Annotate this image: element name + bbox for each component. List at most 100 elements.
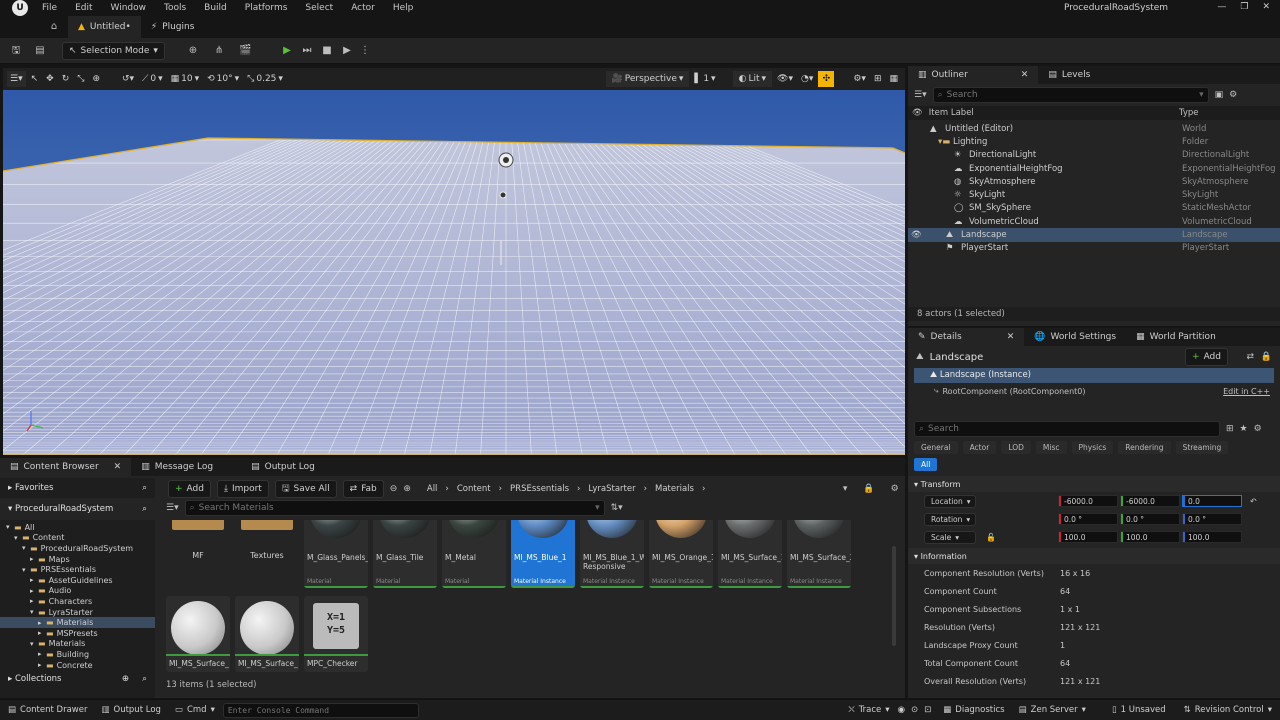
grid-snap-toggle[interactable]: ⟋ 0 ▾ (139, 71, 166, 87)
settings-icon[interactable]: ⚙▾ (850, 71, 869, 87)
folder-tree-item[interactable]: ▸ ▬ Materials (0, 617, 155, 628)
stop-icon[interactable]: ■ (321, 45, 333, 57)
location-y[interactable]: -6000.0 (1120, 495, 1180, 507)
breadcrumb-item[interactable]: PRSEssentials (510, 484, 569, 494)
asset-search-input[interactable] (198, 503, 592, 513)
folder-tree-item[interactable]: ▸ ▬ Characters (0, 596, 155, 607)
rotation-y[interactable]: 0.0 ° (1120, 513, 1180, 525)
folder-tree-item[interactable]: ▾ ▬ All (0, 522, 155, 533)
col-label[interactable]: Item Label (929, 108, 974, 118)
asset-tile[interactable]: M_Glass_Tile Material (373, 520, 437, 588)
folder-tree-item[interactable]: ▾ ▬ Materials (0, 639, 155, 650)
lit-dropdown[interactable]: ◐ Lit ▾ (732, 71, 773, 87)
star-icon[interactable]: ★ (1240, 424, 1248, 434)
actor-name[interactable]: Landscape (930, 352, 984, 363)
tab-output-log[interactable]: ▤ Output Log (241, 458, 325, 476)
asset-tile[interactable]: MI_MS_Blue_1 Material Instance (511, 520, 575, 588)
tab-plugins[interactable]: ⚡ Plugins (141, 16, 205, 38)
folder-tree-item[interactable]: ▸ ▬ Maps (0, 554, 155, 565)
camera-speed[interactable]: ▌ 1 ▾ (691, 71, 718, 87)
transform-header[interactable]: ▾ Transform (908, 476, 1280, 492)
search-icon[interactable]: ⌕ (142, 483, 147, 493)
tab-details[interactable]: ✎ Details ✕ (908, 328, 1025, 346)
category-general[interactable]: General (914, 441, 958, 454)
outliner-row[interactable]: ☀ DirectionalLight DirectionalLight (908, 149, 1280, 162)
breadcrumb-item[interactable]: Content (457, 484, 491, 494)
details-search[interactable]: ⌕ (914, 421, 1220, 437)
details-search-input[interactable] (928, 424, 1215, 434)
add-actor-icon[interactable]: ⊕ (187, 45, 199, 57)
folder-tree-item[interactable]: ▸ ▬ AssetGuidelines (0, 575, 155, 586)
asset-tile[interactable]: M_Glass_Panels_NM Material (304, 520, 368, 588)
collections-header[interactable]: ▸ Collections ⊕ ⌕ (0, 668, 155, 690)
folder-tree-item[interactable]: ▸ ▬ Audio (0, 586, 155, 597)
instance-row[interactable]: ⛰ Landscape (Instance) (914, 368, 1274, 383)
forward-icon[interactable]: ⊕ (403, 484, 411, 494)
viewport-scene[interactable] (3, 90, 905, 455)
filter-icon[interactable]: ☰▾ (914, 90, 927, 100)
close-icon[interactable]: ✕ (114, 462, 122, 472)
asset-tile[interactable]: MI_MS_Surface_ (235, 596, 299, 672)
asset-tile[interactable]: X=1 Y=5 MPC_Checker (304, 596, 368, 672)
root-component-row[interactable]: ⤷ RootComponent (RootComponent0) Edit in… (914, 383, 1274, 399)
asset-search[interactable]: ⌕ ▾ (184, 500, 605, 516)
menu-item-file[interactable]: File (42, 3, 57, 13)
level-viewport[interactable]: ☰▾ ↖ ✥ ↻ ⤡ ⊕ ↺▾ ⟋ 0 ▾ ▦ 10 ▾ ⟲ 10° ▾ ⤡ 0.25… (3, 68, 905, 455)
visibility-icon[interactable]: 👁 (911, 230, 922, 240)
tab-content-browser[interactable]: ▤ Content Browser ✕ (0, 458, 132, 476)
menu-item-edit[interactable]: Edit (75, 3, 92, 13)
asset-tile[interactable]: MI_MS_Blue_1_Weather Responsive Material … (580, 520, 644, 588)
record-icon[interactable]: ◉ (898, 705, 905, 715)
console-input[interactable] (222, 702, 419, 718)
menu-item-help[interactable]: Help (393, 3, 414, 13)
save-all-button[interactable]: 🖫 Save All (274, 480, 337, 498)
rotation-dropdown[interactable]: Rotation ▾ (924, 512, 976, 526)
camera-icon[interactable]: ⊡ (924, 705, 931, 715)
scale-dropdown[interactable]: Scale ▾ (924, 530, 976, 544)
outliner-row[interactable]: ◍ SkyAtmosphere SkyAtmosphere (908, 175, 1280, 188)
minimize-icon[interactable]: — (1217, 2, 1226, 12)
tab-world-partition[interactable]: ▦ World Partition (1126, 328, 1226, 346)
scale-y[interactable]: 100.0 (1120, 531, 1180, 543)
folder-tree-item[interactable]: ▾ ▬ PRSEssentials (0, 564, 155, 575)
project-header[interactable]: ▾ ProceduralRoadSystem ⌕ (0, 498, 155, 520)
blueprint-icon[interactable]: ⋔ (213, 45, 225, 57)
add-collection-icon[interactable]: ⊕ (122, 674, 129, 684)
outliner-search-input[interactable] (946, 90, 1196, 100)
filter-icon[interactable]: ☰▾ (166, 503, 179, 513)
edit-cpp-link[interactable]: Edit in C++ (1223, 387, 1270, 396)
add-button[interactable]: + Add (168, 480, 211, 498)
menu-item-tools[interactable]: Tools (164, 3, 186, 13)
location-x[interactable]: -6000.0 (1058, 495, 1118, 507)
snapshot-icon[interactable]: ⊙ (911, 705, 918, 715)
outliner-row[interactable]: ◯ SM_SkySphere StaticMeshActor (908, 202, 1280, 215)
category-misc[interactable]: Misc (1035, 441, 1067, 454)
rotation-x[interactable]: 0.0 ° (1058, 513, 1118, 525)
launch-icon[interactable]: ▶ (341, 45, 353, 57)
menu-item-actor[interactable]: Actor (351, 3, 375, 13)
category-all[interactable]: All (914, 457, 938, 471)
diagnostics-button[interactable]: ▦ Diagnostics (943, 705, 1004, 715)
outliner-search[interactable]: ⌕ ▾ (932, 87, 1209, 103)
category-lod[interactable]: LOD (1001, 441, 1031, 454)
rotation-snap[interactable]: ⟲ 10° ▾ (204, 71, 242, 87)
unreal-logo-icon[interactable]: U (12, 0, 28, 16)
mode-dropdown[interactable]: ↖ Selection Mode ▾ (62, 41, 165, 60)
folder-tree-item[interactable]: ▾ ▬ ProceduralRoadSystem (0, 543, 155, 554)
category-rendering[interactable]: Rendering (1118, 441, 1171, 454)
scale-snap[interactable]: ⤡ 0.25 ▾ (244, 71, 286, 87)
fab-button[interactable]: ⇄ Fab (342, 480, 384, 498)
add-component-button[interactable]: + Add (1185, 348, 1228, 366)
rotate-icon[interactable]: ↻ (59, 71, 73, 87)
save-icon[interactable]: 🖫 (10, 45, 22, 57)
output-log-button[interactable]: ▥ Output Log (101, 705, 160, 715)
asset-tile[interactable]: MI_MS_Surface_2 Material Instance (787, 520, 851, 588)
sort-icon[interactable]: ⇅▾ (611, 503, 623, 513)
outliner-row[interactable]: ☁ VolumetricCloud VolumetricCloud (908, 215, 1280, 228)
content-drawer-button[interactable]: ▤ Content Drawer (8, 705, 87, 715)
location-z[interactable]: 0.0 (1182, 495, 1242, 507)
revision-control-dropdown[interactable]: ⇅ Revision Control ▾ (1184, 705, 1272, 715)
show-icon[interactable]: 👁▾ (774, 71, 796, 87)
outliner-row[interactable]: ☼ SkyLight SkyLight (908, 188, 1280, 201)
chevron-down-icon[interactable]: ▾ (843, 484, 848, 494)
